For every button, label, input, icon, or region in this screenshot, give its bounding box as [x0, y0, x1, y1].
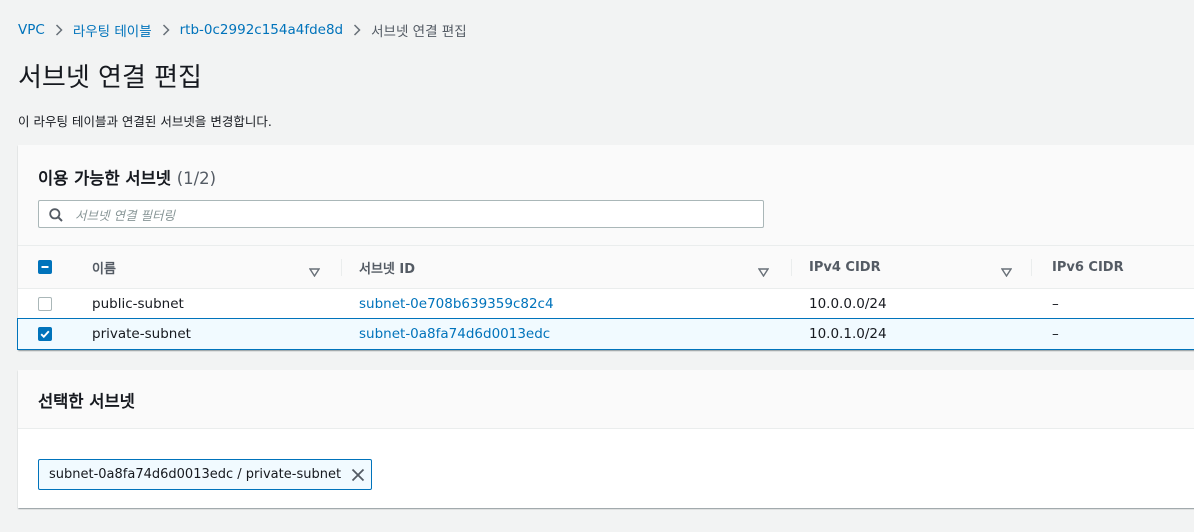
available-subnets-panel: 이용 가능한 서브넷 (1/2) 이름 서브넷 ID IPv4 CIDR IPv… — [17, 145, 1194, 350]
selected-subnets-panel: 선택한 서브넷 subnet-0a8fa74d6d0013edc / priva… — [18, 370, 1194, 508]
available-subnets-count: (1/2) — [176, 169, 217, 188]
select-all-checkbox[interactable] — [38, 260, 52, 274]
breadcrumb: VPC 라우팅 테이블 rtb-0c2992c154a4fde8d 서브넷 연결… — [18, 20, 467, 40]
search-icon — [49, 207, 63, 226]
subnet-id-link[interactable]: subnet-0e708b639359c82c4 — [359, 296, 554, 312]
breadcrumb-current: 서브넷 연결 편집 — [371, 24, 467, 40]
sort-icon[interactable] — [1000, 262, 1013, 281]
sort-icon[interactable] — [308, 262, 321, 281]
subnet-filter[interactable] — [38, 200, 764, 228]
available-subnets-title-text: 이용 가능한 서브넷 — [38, 169, 171, 188]
column-header-name[interactable]: 이름 — [92, 246, 116, 288]
selected-subnet-token: subnet-0a8fa74d6d0013edc / private-subne… — [38, 459, 373, 490]
ipv6-cidr: – — [1052, 296, 1059, 312]
column-header-ipv6-cidr[interactable]: IPv6 CIDR — [1052, 246, 1124, 288]
row-checkbox[interactable] — [38, 327, 52, 341]
page-title: 서브넷 연결 편집 — [18, 63, 202, 93]
breadcrumb-route-table-id[interactable]: rtb-0c2992c154a4fde8d — [180, 22, 344, 38]
breadcrumb-vpc[interactable]: VPC — [18, 22, 45, 38]
available-subnets-title: 이용 가능한 서브넷 (1/2) — [38, 165, 216, 189]
sort-icon[interactable] — [757, 262, 770, 281]
subnet-name: private-subnet — [92, 326, 191, 342]
subnet-id-link[interactable]: subnet-0a8fa74d6d0013edc — [359, 326, 550, 342]
breadcrumb-route-tables[interactable]: 라우팅 테이블 — [73, 20, 152, 40]
table-header: 이름 서브넷 ID IPv4 CIDR IPv6 CIDR — [18, 246, 1194, 289]
table-row[interactable]: public-subnet subnet-0e708b639359c82c4 1… — [18, 289, 1194, 319]
ipv4-cidr: 10.0.0.0/24 — [809, 296, 887, 312]
chevron-right-icon — [45, 22, 73, 38]
close-icon[interactable] — [351, 468, 365, 482]
ipv4-cidr: 10.0.1.0/24 — [809, 326, 887, 342]
page-description: 이 라우팅 테이블과 연결된 서브넷을 변경합니다. — [18, 114, 272, 129]
column-header-ipv4-cidr[interactable]: IPv4 CIDR — [809, 246, 881, 288]
column-header-subnet-id[interactable]: 서브넷 ID — [359, 246, 415, 288]
available-subnets-header: 이용 가능한 서브넷 (1/2) — [18, 145, 1194, 246]
row-checkbox[interactable] — [38, 297, 52, 311]
selected-subnet-token-label: subnet-0a8fa74d6d0013edc / private-subne… — [49, 467, 342, 482]
table-row[interactable]: private-subnet subnet-0a8fa74d6d0013edc … — [17, 318, 1194, 350]
selected-subnets-title: 선택한 서브넷 — [38, 392, 135, 411]
ipv6-cidr: – — [1052, 326, 1059, 342]
subnet-name: public-subnet — [92, 296, 184, 312]
chevron-right-icon — [343, 22, 371, 38]
subnet-filter-input[interactable] — [73, 204, 757, 226]
selected-subnets-header: 선택한 서브넷 — [18, 370, 1194, 429]
chevron-right-icon — [152, 22, 180, 38]
